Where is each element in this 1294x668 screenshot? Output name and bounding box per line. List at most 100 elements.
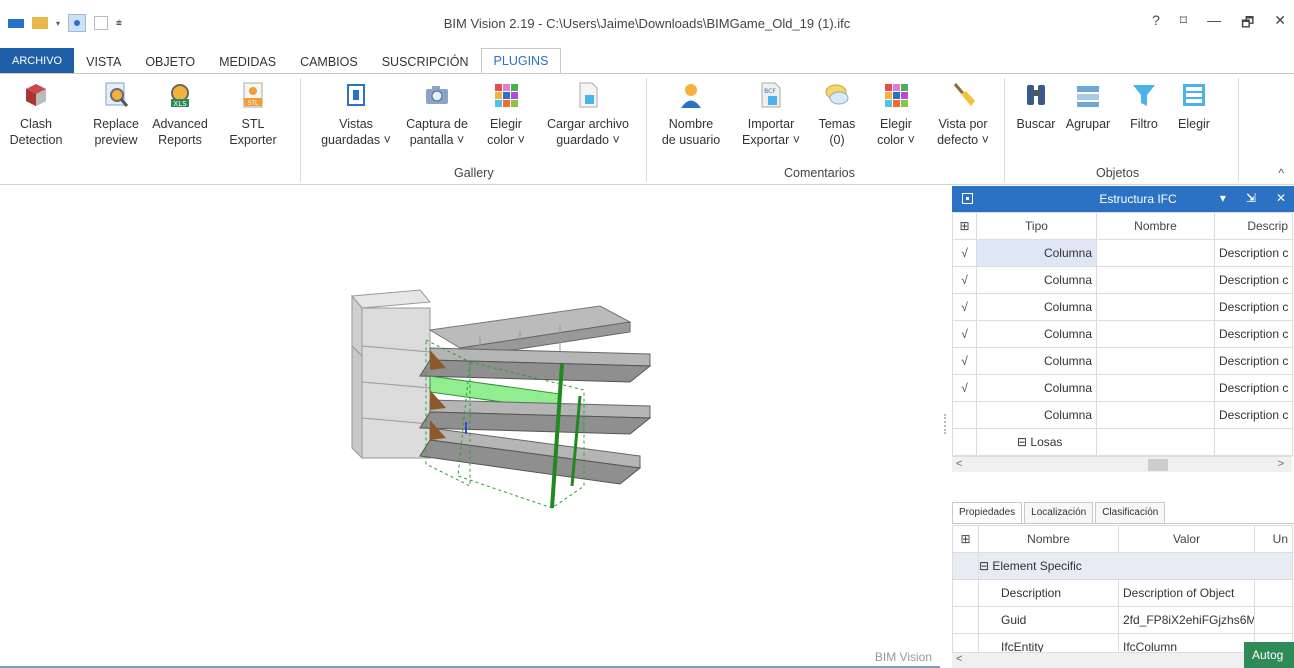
- property-group-label: ⊟ Element Specific: [978, 552, 1293, 580]
- property-group-row[interactable]: ⊟ Element Specific: [952, 552, 1293, 580]
- row-tipo: Columna: [976, 347, 1097, 375]
- ribbon-separator: [1238, 78, 1239, 182]
- restore-button[interactable]: 🗗: [1241, 12, 1254, 36]
- row-nombre: [1096, 401, 1215, 429]
- ribbon-separator: [300, 78, 301, 182]
- elegir-color-comentarios-button[interactable]: Elegir color ˅: [872, 80, 920, 148]
- importar-exportar-button[interactable]: BCF Importar Exportar ˅: [736, 80, 806, 148]
- xls-report-icon: XLS: [165, 80, 195, 110]
- row-checkbox[interactable]: √: [952, 266, 977, 294]
- tab-suscripcion[interactable]: SUSCRIPCIÓN: [370, 50, 481, 74]
- table-row[interactable]: √ Columna Description c: [952, 374, 1293, 402]
- replace-icon: [101, 80, 131, 110]
- clash-detection-button[interactable]: Clash Detection: [8, 80, 64, 148]
- collapse-ribbon-button[interactable]: ^: [1278, 166, 1284, 180]
- group-icon: [1073, 80, 1103, 110]
- scroll-left-button[interactable]: <: [956, 653, 962, 665]
- minimize-button[interactable]: —: [1207, 12, 1221, 36]
- row-tipo: ⊟ Losas: [976, 428, 1097, 456]
- close-button[interactable]: ✕: [1274, 12, 1286, 36]
- tab-plugins[interactable]: PLUGINS: [480, 48, 562, 74]
- table-row[interactable]: √ Columna Description c: [952, 293, 1293, 321]
- agrupar-button[interactable]: Agrupar: [1060, 80, 1116, 132]
- tab-propiedades[interactable]: Propiedades: [952, 502, 1023, 523]
- filtro-button[interactable]: Filtro: [1122, 80, 1166, 132]
- vista-defecto-button[interactable]: Vista por defecto ˅: [926, 80, 1000, 148]
- tab-clasificacion[interactable]: Clasificación: [1095, 502, 1166, 523]
- ribbon-display-button[interactable]: ⌑: [1180, 12, 1187, 36]
- row-checkbox[interactable]: [952, 401, 977, 429]
- column-header-tipo[interactable]: Tipo: [976, 212, 1097, 240]
- advanced-reports-button[interactable]: XLS Advanced Reports: [150, 80, 210, 148]
- table-row[interactable]: √ Columna Description c: [952, 320, 1293, 348]
- stl-exporter-button[interactable]: STL STL Exporter: [218, 80, 288, 148]
- row-checkbox[interactable]: √: [952, 320, 977, 348]
- 3d-viewport[interactable]: BIM Vision: [0, 186, 940, 668]
- cargar-archivo-button[interactable]: Cargar archivo guardado ˅: [538, 80, 638, 148]
- tab-cambios[interactable]: CAMBIOS: [288, 50, 370, 74]
- color-grid-icon: [881, 80, 911, 110]
- nombre-usuario-button[interactable]: Nombre de usuario: [656, 80, 726, 148]
- row-checkbox[interactable]: √: [952, 347, 977, 375]
- group-label-gallery: Gallery: [454, 166, 494, 180]
- row-descripcion: Description c: [1214, 347, 1293, 375]
- table-row[interactable]: √ Columna Description c: [952, 266, 1293, 294]
- property-name: Description: [978, 579, 1119, 607]
- elegir-objetos-button[interactable]: Elegir: [1170, 80, 1218, 132]
- scroll-left-button[interactable]: <: [956, 458, 962, 470]
- group-label-comentarios: Comentarios: [784, 166, 855, 180]
- title-bar: ▾ ⩧ BIM Vision 2.19 - C:\Users\Jaime\Dow…: [0, 0, 1294, 46]
- buscar-button[interactable]: Buscar: [1012, 80, 1060, 132]
- column-header-unidad[interactable]: Un: [1254, 525, 1293, 553]
- table-row[interactable]: √ Columna Description c: [952, 347, 1293, 375]
- camera-icon: [422, 80, 452, 110]
- svg-text:BCF: BCF: [764, 88, 776, 95]
- vistas-guardadas-button[interactable]: Vistas guardadas ˅: [316, 80, 396, 148]
- scroll-right-button[interactable]: >: [1278, 458, 1284, 470]
- captura-pantalla-button[interactable]: Captura de pantalla ˅: [398, 80, 476, 148]
- table-row[interactable]: √ Columna Description c: [952, 239, 1293, 267]
- elegir-color-gallery-button[interactable]: Elegir color ˅: [480, 80, 532, 148]
- tab-objeto[interactable]: OBJETO: [133, 50, 207, 74]
- temas-button[interactable]: Temas (0): [812, 80, 862, 148]
- row-checkbox[interactable]: √: [952, 239, 977, 267]
- panel-splitter[interactable]: [940, 186, 952, 668]
- right-panel: Estructura IFC ▾ ⇲ ✕ ⊞ Tipo Nombre Descr…: [952, 186, 1294, 668]
- help-button[interactable]: ?: [1152, 12, 1160, 36]
- table-row[interactable]: Columna Description c: [952, 401, 1293, 429]
- replace-preview-button[interactable]: Replace preview: [86, 80, 146, 148]
- bcf-icon: BCF: [756, 80, 786, 110]
- column-chooser-icon[interactable]: ⊞: [952, 525, 979, 553]
- scroll-thumb[interactable]: [1148, 459, 1168, 471]
- column-chooser-icon[interactable]: ⊞: [952, 212, 977, 240]
- row-nombre: [1096, 293, 1215, 321]
- tab-vista[interactable]: VISTA: [74, 50, 133, 74]
- row-checkbox[interactable]: [952, 428, 977, 456]
- ifc-structure-header: Estructura IFC ▾ ⇲ ✕: [952, 186, 1294, 212]
- panel-close-button[interactable]: ✕: [1276, 191, 1286, 205]
- table-row[interactable]: ⊟ Losas: [952, 428, 1293, 456]
- column-header-nombre[interactable]: Nombre: [1096, 212, 1215, 240]
- splitter-grip[interactable]: [944, 414, 946, 434]
- column-header-valor[interactable]: Valor: [1118, 525, 1255, 553]
- column-header-descripcion[interactable]: Descrip: [1214, 212, 1293, 240]
- column-header-nombre[interactable]: Nombre: [978, 525, 1119, 553]
- tab-medidas[interactable]: MEDIDAS: [207, 50, 288, 74]
- panel-float-button[interactable]: ⇲: [1246, 191, 1256, 205]
- building-model[interactable]: [0, 186, 940, 668]
- tab-localizacion[interactable]: Localización: [1024, 502, 1094, 523]
- column-selected[interactable]: [550, 363, 564, 509]
- row-checkbox[interactable]: √: [952, 293, 977, 321]
- property-row[interactable]: Description Description of Object: [952, 579, 1293, 607]
- property-row[interactable]: Guid 2fd_FP8iX2ehiFGjzhs6M1: [952, 606, 1293, 634]
- tab-archivo[interactable]: ARCHIVO: [0, 48, 75, 74]
- binoculars-icon: [1021, 80, 1051, 110]
- properties-horizontal-scrollbar[interactable]: <: [952, 652, 1244, 668]
- panel-dropdown-button[interactable]: ▾: [1220, 191, 1226, 205]
- property-value: 2fd_FP8iX2ehiFGjzhs6M1: [1118, 606, 1255, 634]
- autogenerate-button[interactable]: Autog: [1244, 642, 1294, 668]
- tree-horizontal-scrollbar[interactable]: < >: [952, 456, 1292, 472]
- ribbon: Clash Detection Replace preview XLS Adva…: [0, 73, 1294, 185]
- load-file-icon: [573, 80, 603, 110]
- row-checkbox[interactable]: √: [952, 374, 977, 402]
